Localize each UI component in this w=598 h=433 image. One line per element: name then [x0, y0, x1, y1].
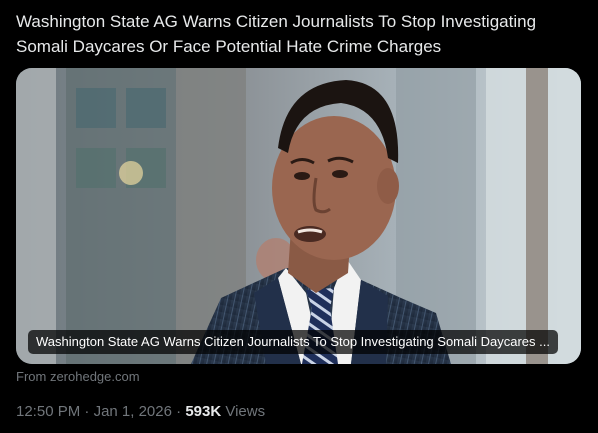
meta-separator: · — [84, 403, 90, 420]
tweet-time[interactable]: 12:50 PM — [16, 403, 80, 420]
views-label: Views — [225, 403, 266, 420]
meta-separator: · — [176, 403, 182, 420]
card-caption: Washington State AG Warns Citizen Journa… — [28, 330, 558, 354]
views-count[interactable]: 593K — [185, 403, 221, 420]
card-source-link[interactable]: From zerohedge.com — [16, 368, 140, 386]
tweet-text: Washington State AG Warns Citizen Journa… — [16, 12, 537, 56]
card-image — [16, 68, 581, 364]
tweet-meta: 12:50 PM · Jan 1, 2026 · 593K Views — [16, 402, 265, 422]
link-card[interactable]: Washington State AG Warns Citizen Journa… — [16, 68, 581, 364]
tweet-date[interactable]: Jan 1, 2026 — [94, 403, 172, 420]
